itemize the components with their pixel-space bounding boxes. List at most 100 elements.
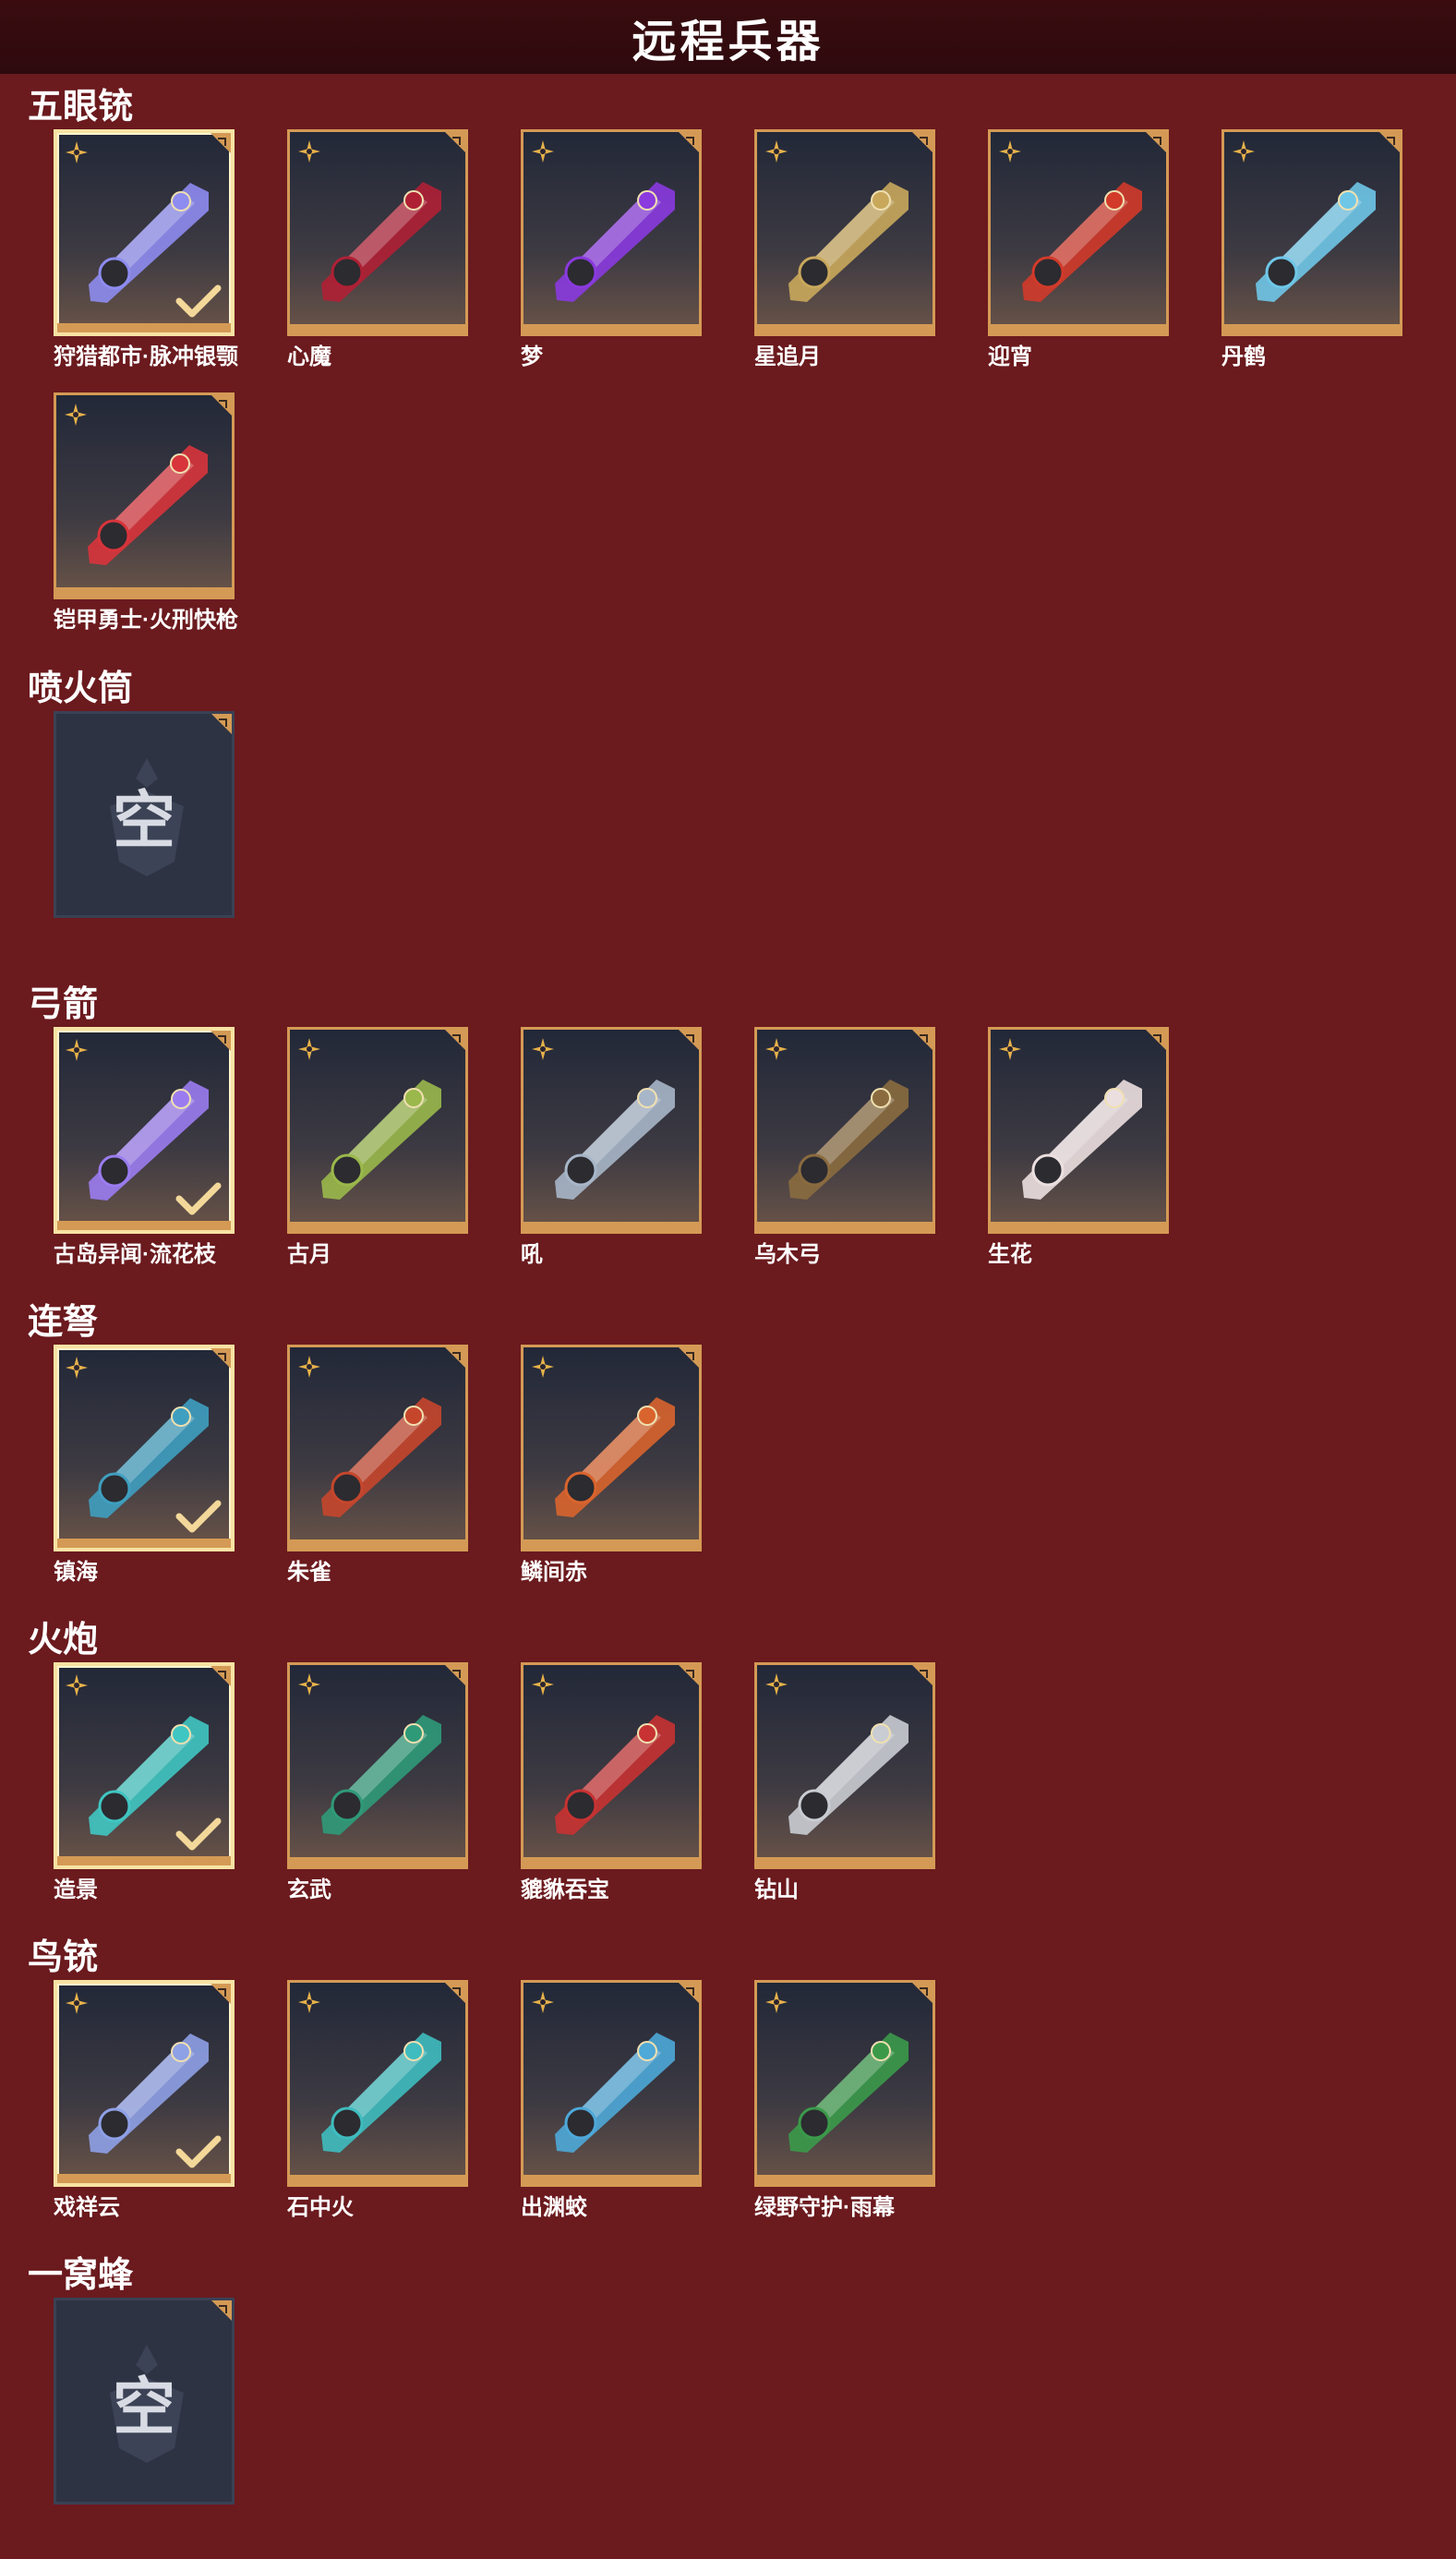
weapon-card[interactable]: 丹鹤	[1221, 129, 1402, 369]
dragon-musket-art	[555, 2033, 675, 2153]
weapon-name: 狩猎都市·脉冲银颚	[54, 344, 238, 369]
card-bottom-strip	[991, 324, 1166, 333]
weapon-card[interactable]: 绿野守护·雨幕	[754, 1980, 935, 2220]
empty-weapon-slot[interactable]: 空	[54, 2298, 235, 2506]
card-bottom-strip	[290, 324, 465, 333]
corner-tab-icon	[1146, 132, 1166, 152]
card-frame	[54, 129, 235, 336]
weapon-name: 钻山	[754, 1877, 799, 1902]
rarity-star-icon	[65, 404, 87, 426]
weapon-card[interactable]: 石中火	[287, 1980, 468, 2220]
selected-check-icon	[175, 1817, 222, 1851]
weapon-name: 生花	[988, 1242, 1032, 1267]
weapon-name: 星追月	[754, 344, 821, 369]
rarity-star-icon	[298, 140, 320, 163]
card-frame	[521, 1662, 702, 1869]
card-frame	[754, 129, 935, 336]
rarity-star-icon	[298, 1991, 320, 2013]
card-bottom-strip	[523, 1857, 699, 1866]
section-title: 一窝蜂	[28, 2256, 134, 2295]
weapon-card[interactable]: 鳞间赤	[521, 1345, 702, 1585]
card-bottom-strip	[56, 587, 232, 597]
fish-crossbow-art	[555, 1397, 675, 1517]
card-frame	[521, 1980, 702, 2187]
card-bottom-strip	[290, 2175, 465, 2184]
section-title: 鸟铳	[28, 1938, 99, 1977]
card-bottom-strip	[57, 1539, 231, 1548]
rarity-star-icon	[999, 140, 1021, 163]
weapon-card[interactable]: 梦	[521, 129, 702, 369]
weapon-name: 古岛异闻·流花枝	[54, 1242, 216, 1267]
rarity-star-icon	[298, 1356, 320, 1378]
weapon-name: 古月	[287, 1242, 331, 1267]
turtle-cannon-art	[321, 1715, 441, 1835]
corner-tab-icon	[1146, 1030, 1166, 1050]
weapon-card[interactable]: 迎宵	[988, 129, 1169, 369]
red-gold-cannon-art	[555, 1715, 675, 1835]
card-frame	[54, 392, 235, 599]
section-title: 连弩	[28, 1303, 99, 1342]
rarity-star-icon	[298, 1038, 320, 1060]
card-bottom-strip	[523, 324, 699, 333]
corner-tab-icon	[445, 1983, 465, 2003]
rarity-star-icon	[999, 1038, 1021, 1060]
weapon-name: 绿野守护·雨幕	[754, 2195, 895, 2220]
weapon-card[interactable]: 乌木弓	[754, 1027, 935, 1267]
weapon-card[interactable]: 生花	[988, 1027, 1169, 1267]
weapon-name: 迎宵	[988, 344, 1032, 369]
weapon-card[interactable]: 古月	[287, 1027, 468, 1267]
card-bottom-strip	[523, 1539, 699, 1549]
card-frame	[287, 1662, 468, 1869]
weapon-card[interactable]: 镇海	[54, 1345, 235, 1585]
weapon-name: 玄武	[287, 1877, 331, 1902]
card-frame: 空	[54, 711, 235, 918]
rarity-star-icon	[66, 1674, 88, 1696]
weapon-card[interactable]: 玄武	[287, 1662, 468, 1902]
card-frame	[54, 1027, 235, 1234]
corner-tab-icon	[679, 1665, 699, 1685]
weapon-card[interactable]: 星追月	[754, 129, 935, 369]
card-frame	[287, 1027, 468, 1234]
weapon-name: 出渊蛟	[521, 2195, 587, 2220]
weapon-card[interactable]: 貔貅吞宝	[521, 1662, 702, 1902]
weapon-card[interactable]: 吼	[521, 1027, 702, 1267]
weapon-card[interactable]: 造景	[54, 1662, 235, 1902]
card-bottom-strip	[57, 2174, 231, 2183]
weapon-card[interactable]: 铠甲勇士·火刑快枪	[54, 392, 238, 633]
empty-weapon-slot[interactable]: 空	[54, 711, 235, 920]
card-frame	[521, 1027, 702, 1234]
flower-bow-art	[1022, 1080, 1142, 1200]
wooden-bow-art	[788, 1080, 908, 1200]
corner-tab-icon	[679, 1347, 699, 1368]
corner-tab-icon	[912, 132, 933, 152]
card-bottom-strip	[757, 1222, 933, 1231]
card-bottom-strip	[523, 2175, 699, 2184]
section-title: 喷火筒	[28, 670, 134, 708]
rarity-star-icon	[765, 1991, 788, 2013]
weapon-card[interactable]: 戏祥云	[54, 1980, 235, 2220]
green-quiver-bow-art	[321, 1080, 441, 1200]
title-bar: 远程兵器	[0, 0, 1456, 74]
weapon-name: 心魔	[287, 344, 331, 369]
weapon-card[interactable]: 狩猎都市·脉冲银颚	[54, 129, 238, 369]
weapon-card[interactable]: 朱雀	[287, 1345, 468, 1585]
card-bottom-strip	[757, 1857, 933, 1866]
card-frame	[521, 1345, 702, 1551]
armored-red-gun-art	[88, 445, 208, 565]
weapon-name: 戏祥云	[54, 2195, 120, 2220]
rarity-star-icon	[66, 1992, 88, 2014]
selected-check-icon	[175, 284, 222, 318]
weapon-card[interactable]: 钻山	[754, 1662, 935, 1902]
corner-tab-icon	[211, 1348, 231, 1369]
demon-gun-art	[321, 182, 441, 302]
cyan-musket-art	[321, 2033, 441, 2153]
rarity-star-icon	[765, 1673, 788, 1696]
weapon-card[interactable]: 心魔	[287, 129, 468, 369]
section-title: 火炮	[28, 1621, 99, 1660]
card-frame: 空	[54, 2298, 235, 2505]
card-bottom-strip	[757, 324, 933, 333]
weapon-card[interactable]: 古岛异闻·流花枝	[54, 1027, 235, 1267]
card-frame	[988, 1027, 1169, 1234]
card-frame	[754, 1662, 935, 1869]
weapon-card[interactable]: 出渊蛟	[521, 1980, 702, 2220]
